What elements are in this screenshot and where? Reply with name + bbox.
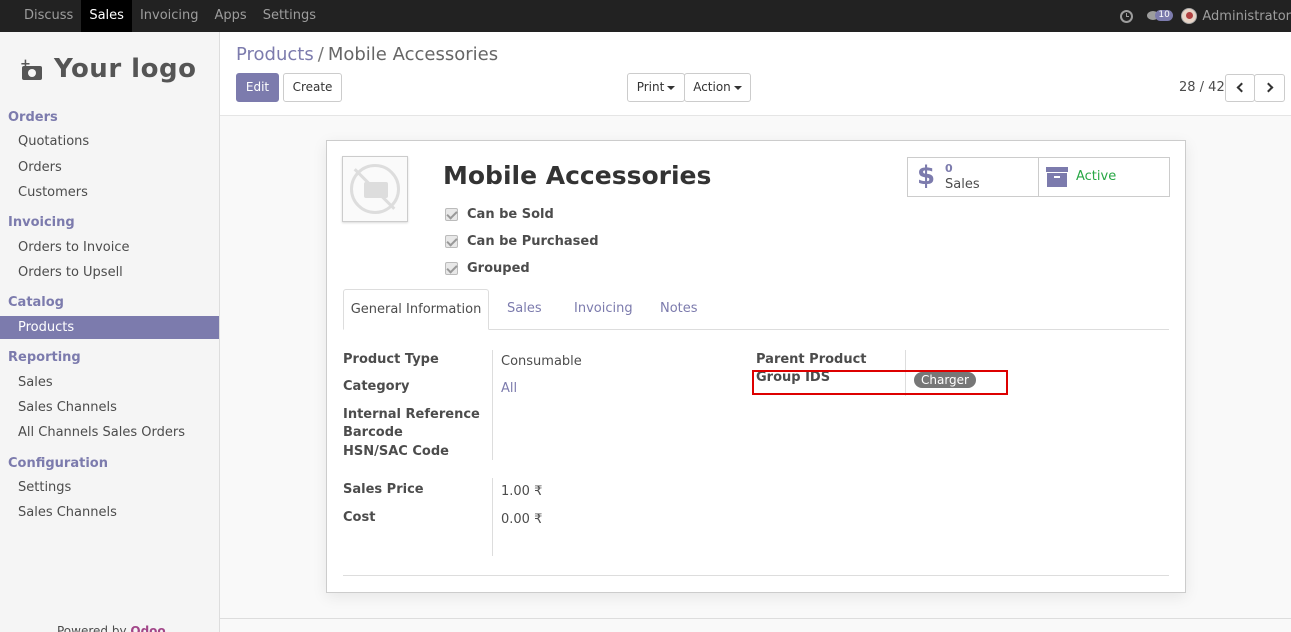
tab-sales[interactable]: Sales: [507, 289, 542, 330]
sidebar-item-settings[interactable]: Settings: [18, 480, 71, 495]
category-value[interactable]: All: [501, 381, 517, 396]
sales-price-value: 1.00 ₹: [501, 484, 543, 499]
action-dropdown[interactable]: Action: [684, 73, 751, 102]
sidebar-section-orders: Orders: [8, 110, 58, 125]
camera-icon: +: [20, 58, 44, 80]
product-title: Mobile Accessories: [443, 161, 712, 190]
parent-product-label: Parent Product: [756, 352, 867, 367]
pager-value[interactable]: 28 / 42: [1179, 80, 1225, 95]
active-toggle-button[interactable]: Active: [1038, 157, 1170, 197]
avatar[interactable]: [1181, 8, 1198, 24]
sidebar-section-catalog: Catalog: [8, 295, 64, 310]
print-dropdown[interactable]: Print: [627, 73, 685, 102]
active-label: Active: [1076, 169, 1117, 184]
content-bottom-divider: [220, 618, 1291, 619]
sales-smart-button[interactable]: $ 0 Sales: [907, 157, 1039, 197]
sales-price-label: Sales Price: [343, 482, 424, 497]
barcode-label: Barcode: [343, 425, 403, 440]
can-be-purchased-label: Can be Purchased: [467, 234, 599, 249]
odoo-link[interactable]: Odoo: [130, 624, 165, 632]
powered-by: Powered by Odoo: [57, 624, 166, 632]
form-view: Mobile Accessories Can be Sold Can be Pu…: [220, 115, 1291, 632]
action-label: Action: [693, 80, 731, 94]
create-button[interactable]: Create: [283, 73, 342, 102]
sales-count: 0: [945, 162, 953, 175]
sheet-divider: [343, 575, 1169, 576]
grouped-checkbox[interactable]: [445, 262, 458, 275]
menu-sales[interactable]: Sales: [81, 0, 132, 32]
sales-label: Sales: [945, 177, 980, 192]
logo-text: Your logo: [54, 54, 197, 84]
pager-previous-button[interactable]: [1225, 74, 1255, 102]
chat-icon[interactable]: 10: [1147, 9, 1173, 23]
sidebar-item-orders-to-upsell[interactable]: Orders to Upsell: [18, 265, 123, 280]
chevron-right-icon: [1263, 82, 1273, 93]
chat-badge: 10: [1155, 10, 1173, 21]
sidebar-section-invoicing: Invoicing: [8, 215, 75, 230]
field-divider: [492, 478, 493, 556]
edit-button[interactable]: Edit: [236, 73, 279, 102]
menu-invoicing[interactable]: Invoicing: [132, 0, 207, 32]
product-image[interactable]: [342, 156, 408, 222]
tab-notes[interactable]: Notes: [660, 289, 698, 330]
sidebar-item-reporting-sales[interactable]: Sales: [18, 375, 53, 390]
sidebar: + Your logo Orders Quotations Orders Cus…: [0, 32, 220, 632]
product-type-value: Consumable: [501, 354, 582, 369]
category-label: Category: [343, 379, 410, 394]
sidebar-item-customers[interactable]: Customers: [18, 185, 88, 200]
product-type-label: Product Type: [343, 352, 439, 367]
pager-next-button[interactable]: [1254, 74, 1285, 102]
hsn-sac-code-label: HSN/SAC Code: [343, 444, 449, 459]
grouped-row: Grouped: [445, 261, 530, 276]
app-menu: Discuss Sales Invoicing Apps Settings: [16, 0, 324, 32]
sidebar-item-orders-to-invoice[interactable]: Orders to Invoice: [18, 240, 130, 255]
sidebar-item-quotations[interactable]: Quotations: [18, 134, 89, 149]
cost-label: Cost: [343, 510, 376, 525]
sidebar-item-products[interactable]: Products: [0, 316, 219, 339]
breadcrumb-current: Mobile Accessories: [327, 44, 499, 65]
sidebar-item-sales-channels[interactable]: Sales Channels: [18, 400, 117, 415]
grouped-label: Grouped: [467, 261, 530, 276]
sidebar-item-config-sales-channels[interactable]: Sales Channels: [18, 505, 117, 520]
notebook-tabs: General Information Sales Invoicing Note…: [343, 289, 1169, 330]
breadcrumb-products[interactable]: Products: [236, 44, 314, 65]
highlight-box: [752, 370, 1008, 395]
breadcrumb: Products / Mobile Accessories: [236, 44, 498, 65]
internal-reference-label: Internal Reference: [343, 407, 480, 422]
chevron-left-icon: [1236, 82, 1247, 93]
user-name[interactable]: Administrator: [1202, 9, 1291, 24]
menu-discuss[interactable]: Discuss: [16, 0, 81, 32]
cost-value: 0.00 ₹: [501, 512, 543, 527]
sidebar-item-orders[interactable]: Orders: [18, 160, 62, 175]
can-be-sold-checkbox[interactable]: [445, 208, 458, 221]
can-be-purchased-checkbox[interactable]: [445, 235, 458, 248]
caret-down-icon: [733, 85, 742, 90]
field-divider: [492, 350, 493, 460]
menu-apps[interactable]: Apps: [207, 0, 255, 32]
sidebar-item-all-channels-sales-orders[interactable]: All Channels Sales Orders: [18, 425, 185, 440]
breadcrumb-separator: /: [317, 44, 324, 65]
top-navbar: Discuss Sales Invoicing Apps Settings 10…: [0, 0, 1291, 32]
caret-down-icon: [667, 85, 676, 90]
can-be-purchased-row: Can be Purchased: [445, 234, 599, 249]
form-sheet: Mobile Accessories Can be Sold Can be Pu…: [326, 140, 1186, 593]
tab-general-information[interactable]: General Information: [343, 289, 489, 330]
dollar-icon: $: [917, 161, 936, 191]
archive-icon: [1046, 167, 1068, 188]
sidebar-section-configuration: Configuration: [8, 456, 108, 471]
sidebar-section-reporting: Reporting: [8, 350, 81, 365]
print-label: Print: [636, 80, 665, 94]
clock-icon[interactable]: [1120, 9, 1134, 23]
powered-by-text: Powered by: [57, 624, 127, 632]
tab-invoicing[interactable]: Invoicing: [574, 289, 633, 330]
menu-settings[interactable]: Settings: [255, 0, 324, 32]
systray: 10 Administrator: [1120, 0, 1291, 32]
can-be-sold-label: Can be Sold: [467, 207, 554, 222]
can-be-sold-row: Can be Sold: [445, 207, 554, 222]
